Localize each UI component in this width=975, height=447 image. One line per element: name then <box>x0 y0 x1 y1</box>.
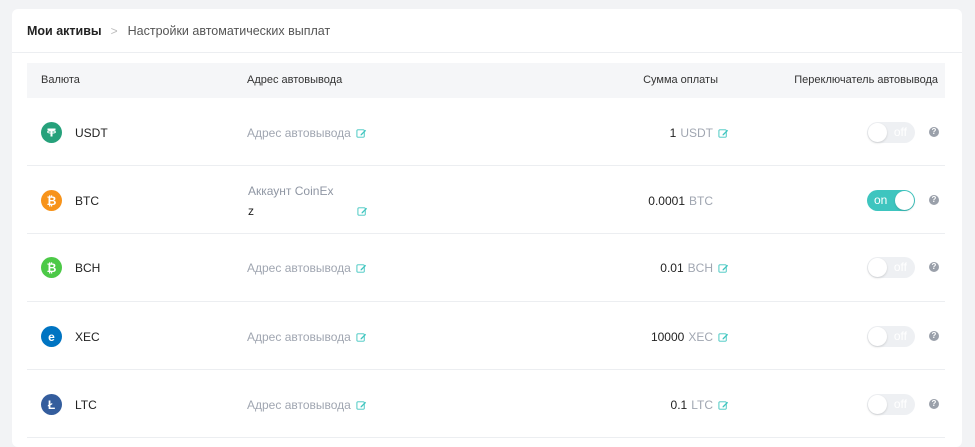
toggle-knob <box>895 191 914 210</box>
amount-value: 10000 <box>650 330 685 344</box>
edit-icon[interactable] <box>356 400 367 411</box>
bitcoin-cash-icon: ₿ <box>41 257 62 278</box>
help-icon[interactable]: ? <box>929 399 939 409</box>
ecash-icon: e <box>41 326 62 347</box>
tether-icon <box>41 122 62 143</box>
edit-icon[interactable] <box>356 332 367 343</box>
amount-field[interactable]: 0.01 BCH <box>660 261 729 275</box>
help-icon[interactable]: ? <box>929 195 939 205</box>
amount-value: 0.01 <box>660 261 684 275</box>
amount-unit: XEC <box>688 330 713 344</box>
toggle-label: off <box>893 125 907 139</box>
table-header: Валюта Адрес автовывода Сумма оплаты Пер… <box>27 63 945 98</box>
edit-icon[interactable] <box>718 263 729 274</box>
amount-field[interactable]: 10000 XEC <box>651 330 729 344</box>
account-label: Аккаунт CoinEx <box>248 184 334 198</box>
table-row-bch: ₿ BCH Адрес автовывода 0.01 BCH off ? <box>27 234 945 302</box>
amount-field[interactable]: 0.1 LTC <box>671 398 729 412</box>
address-field[interactable]: Адрес автовывода <box>247 261 367 275</box>
toggle-label: off <box>893 260 907 274</box>
address-placeholder: Адрес автовывода <box>247 261 351 275</box>
auto-withdraw-settings-card: Мои активы > Настройки автоматических вы… <box>12 9 962 447</box>
amount-unit: BTC <box>689 194 713 208</box>
address-field[interactable]: Адрес автовывода <box>247 398 367 412</box>
account-value: z <box>248 204 368 218</box>
coinex-account-field[interactable]: Аккаунт CoinEx z <box>248 184 368 218</box>
column-header-address: Адрес автовывода <box>247 74 343 86</box>
toggle-knob <box>868 327 887 346</box>
amount-unit: BCH <box>687 261 713 275</box>
column-header-toggle: Переключатель автовывода <box>794 74 938 86</box>
column-header-amount: Сумма оплаты <box>643 74 718 86</box>
table-row-ltc: Ł LTC Адрес автовывода 0.1 LTC off ? <box>27 370 945 438</box>
address-field[interactable]: Адрес автовывода <box>247 126 367 140</box>
auto-withdraw-toggle[interactable]: off <box>867 394 915 415</box>
amount-field[interactable]: 1 USDT <box>670 126 729 140</box>
table-row-btc: ₿ BTC Аккаунт CoinEx z 0.0001 BTC on ? <box>27 166 945 234</box>
breadcrumb-my-assets[interactable]: Мои активы <box>27 24 102 38</box>
amount-field[interactable]: 0.0001 BTC <box>648 194 729 208</box>
help-icon[interactable]: ? <box>929 127 939 137</box>
auto-withdraw-toggle[interactable]: off <box>867 326 915 347</box>
help-icon[interactable]: ? <box>929 331 939 341</box>
address-placeholder: Адрес автовывода <box>247 330 351 344</box>
amount-value: 0.0001 <box>648 194 685 208</box>
edit-icon[interactable] <box>356 263 367 274</box>
toggle-label: off <box>893 397 907 411</box>
toggle-knob <box>868 395 887 414</box>
coin-name: USDT <box>75 126 108 140</box>
edit-icon[interactable] <box>718 128 729 139</box>
auto-withdraw-toggle[interactable]: off <box>867 257 915 278</box>
amount-unit: LTC <box>691 398 713 412</box>
address-placeholder: Адрес автовывода <box>247 126 351 140</box>
amount-unit: USDT <box>680 126 713 140</box>
column-header-currency: Валюта <box>41 74 80 86</box>
header-divider <box>12 52 962 53</box>
auto-withdraw-toggle[interactable]: on <box>867 190 915 211</box>
litecoin-icon: Ł <box>41 394 62 415</box>
edit-icon[interactable] <box>357 206 368 217</box>
edit-icon[interactable] <box>718 332 729 343</box>
table-row-xec: e XEC Адрес автовывода 10000 XEC off ? <box>27 302 945 370</box>
auto-withdraw-table: Валюта Адрес автовывода Сумма оплаты Пер… <box>27 63 945 438</box>
breadcrumb-current: Настройки автоматических выплат <box>127 24 331 38</box>
table-row-usdt: USDT Адрес автовывода 1 USDT off ? <box>27 98 945 166</box>
address-field[interactable]: Адрес автовывода <box>247 330 367 344</box>
help-icon[interactable]: ? <box>929 262 939 272</box>
amount-value: 1 <box>669 126 677 140</box>
auto-withdraw-toggle[interactable]: off <box>867 122 915 143</box>
coin-name: BCH <box>75 261 101 275</box>
coin-name: LTC <box>75 398 97 412</box>
breadcrumb-chevron-icon: > <box>110 24 118 38</box>
edit-icon[interactable] <box>356 128 367 139</box>
toggle-label: on <box>874 193 888 207</box>
bitcoin-icon: ₿ <box>41 190 62 211</box>
breadcrumb: Мои активы > Настройки автоматических вы… <box>27 22 330 40</box>
edit-icon[interactable] <box>718 400 729 411</box>
address-placeholder: Адрес автовывода <box>247 398 351 412</box>
toggle-knob <box>868 258 887 277</box>
amount-value: 0.1 <box>670 398 688 412</box>
toggle-label: off <box>893 329 907 343</box>
coin-name: BTC <box>75 194 99 208</box>
toggle-knob <box>868 123 887 142</box>
coin-name: XEC <box>75 330 100 344</box>
